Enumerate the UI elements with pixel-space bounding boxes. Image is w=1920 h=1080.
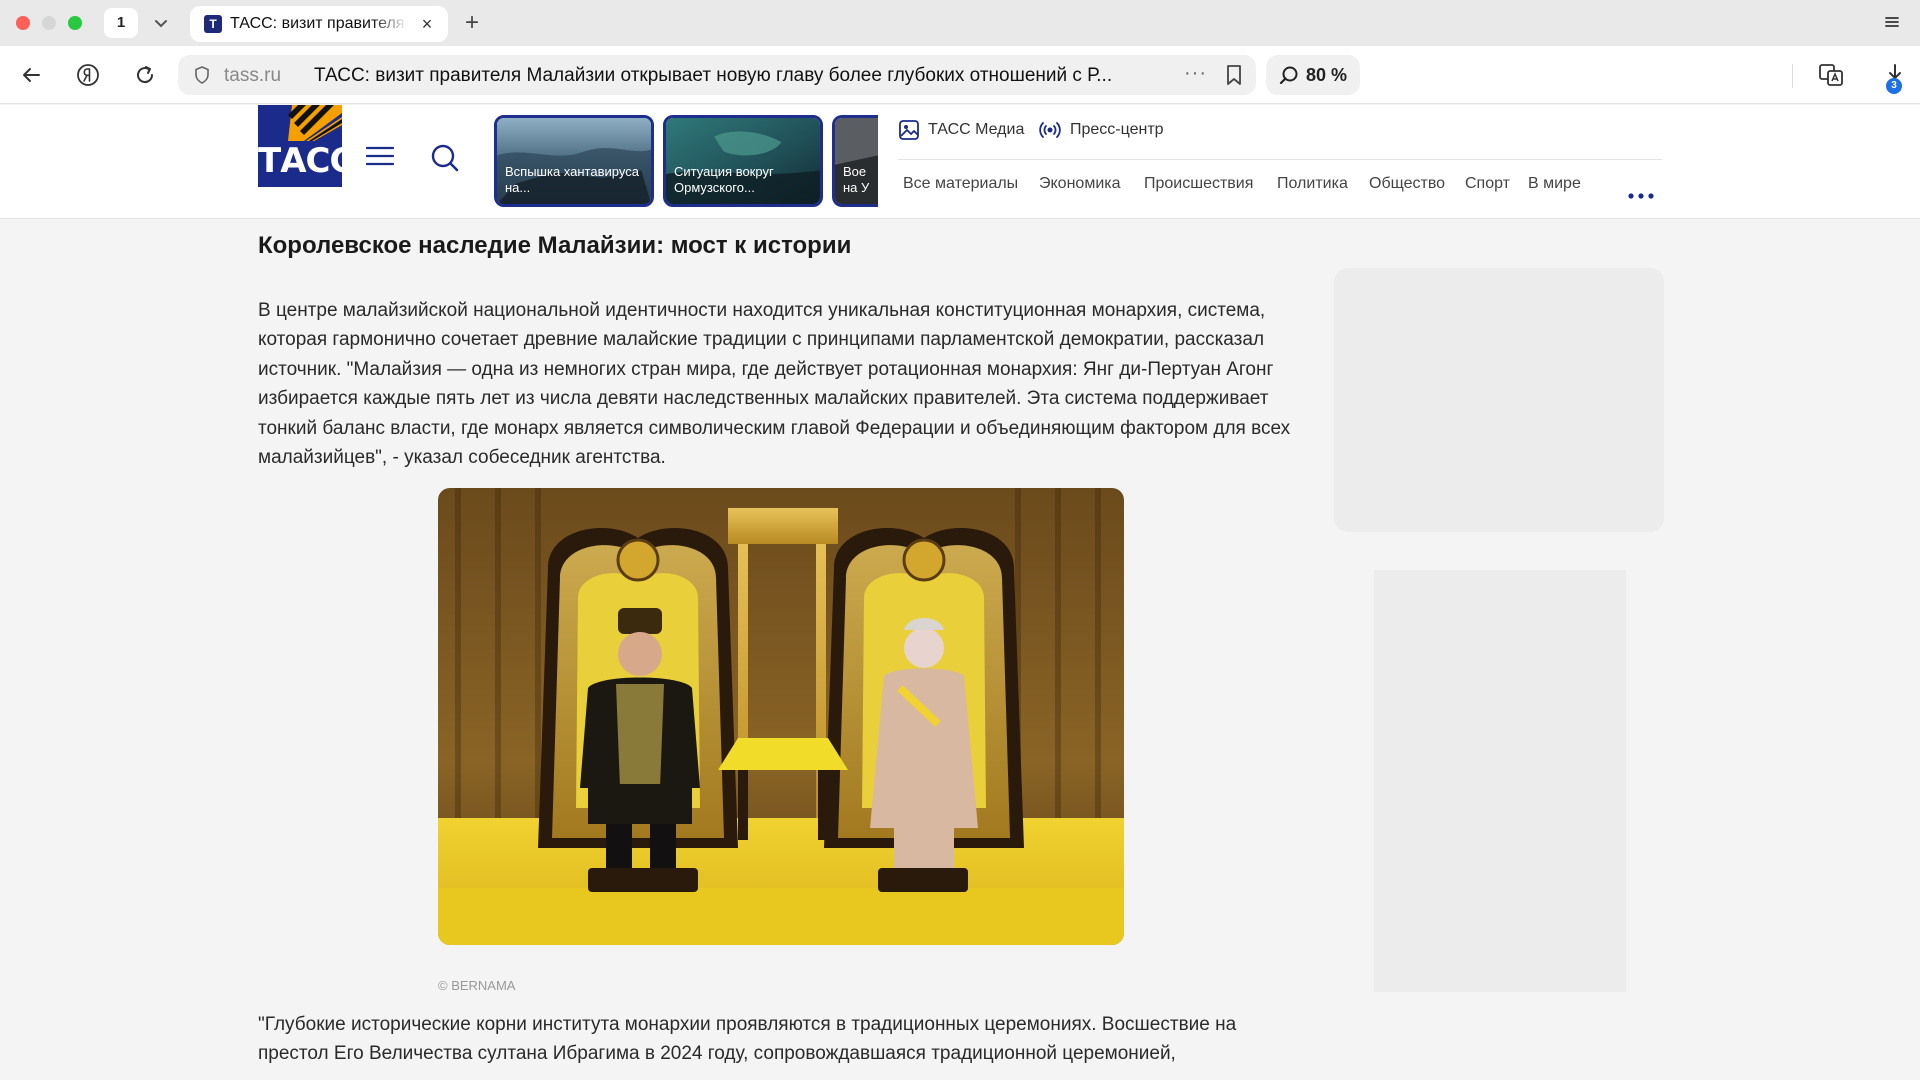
address-domain: tass.ru <box>224 65 282 86</box>
press-center-label: Пресс-центр <box>1070 121 1164 138</box>
broadcast-icon <box>1039 122 1061 138</box>
more-dots-icon[interactable]: ··· <box>1184 63 1208 87</box>
article-photo[interactable] <box>438 488 1124 945</box>
window-close-button[interactable] <box>16 16 30 30</box>
header-divider <box>898 159 1662 160</box>
article-subheading: Королевское наследие Малайзии: мост к ис… <box>258 232 852 259</box>
arrow-left-icon <box>23 68 40 82</box>
ad-placeholder <box>1334 268 1664 532</box>
tass-media-link[interactable]: ТАСС Медиа <box>898 119 1024 141</box>
site-header: ТАСС Вспышка хантавируса на... Ситуация … <box>0 105 1920 219</box>
ad-placeholder <box>1374 570 1626 992</box>
reload-icon <box>137 66 154 84</box>
story-card[interactable]: Вое на У <box>832 115 878 207</box>
tass-logo[interactable]: ТАСС <box>258 105 342 187</box>
menu-burger-icon[interactable] <box>365 145 395 167</box>
tass-media-label: ТАСС Медиа <box>928 121 1025 138</box>
more-dots-icon[interactable] <box>1628 187 1654 199</box>
zoom-level: 80 % <box>1306 65 1348 85</box>
throne-ceremony-image <box>438 488 1124 945</box>
yandex-logo-icon <box>77 64 99 86</box>
tab-favicon-icon: T <box>204 15 222 33</box>
story-label: Вспышка хантавируса на... <box>505 164 639 195</box>
category-politics[interactable]: Политика <box>1277 175 1348 193</box>
new-tab-button[interactable]: + <box>458 10 486 38</box>
reload-button[interactable] <box>130 60 160 90</box>
yandex-button[interactable] <box>73 60 103 90</box>
tab-list-chevron-icon[interactable] <box>150 12 172 34</box>
category-all[interactable]: Все материалы <box>903 175 1018 193</box>
window-minimize-button[interactable] <box>42 16 56 30</box>
tab-title: ТАСС: визит правителя Малайзии <box>230 15 408 32</box>
story-label: Вое на У <box>843 164 870 195</box>
address-bar[interactable]: tass.ru ТАСС: визит правителя Малайзии о… <box>178 55 1256 95</box>
category-economy[interactable]: Экономика <box>1039 175 1121 193</box>
browser-menu-icon[interactable] <box>1882 12 1902 32</box>
tab-close-icon[interactable]: × <box>418 15 436 33</box>
logo-text: ТАСС <box>258 141 342 181</box>
back-button[interactable] <box>16 60 46 90</box>
bookmark-icon[interactable] <box>1224 64 1244 86</box>
article-paragraph: В центре малайзийской национальной идент… <box>258 300 1291 469</box>
st-george-ribbon-icon <box>288 105 342 141</box>
window-maximize-button[interactable] <box>68 16 82 30</box>
tab-active[interactable]: T ТАСС: визит правителя Малайзии × <box>190 6 448 42</box>
browser-toolbar: tass.ru ТАСС: визит правителя Малайзии о… <box>0 46 1920 104</box>
press-center-link[interactable]: Пресс-центр <box>1038 119 1164 141</box>
image-icon <box>899 120 919 140</box>
address-page-title: ТАСС: визит правителя Малайзии открывает… <box>314 65 1113 86</box>
browser-tab-bar: 1 T ТАСС: визит правителя Малайзии × + <box>0 0 1920 46</box>
shield-icon[interactable] <box>192 65 212 85</box>
zoom-magnifier-icon <box>1278 65 1300 87</box>
tab-count-button[interactable]: 1 <box>104 8 138 38</box>
photo-credit: © BERNAMA <box>438 978 516 993</box>
category-incidents[interactable]: Происшествия <box>1144 175 1253 193</box>
category-sport[interactable]: Спорт <box>1465 175 1510 193</box>
article-paragraph: "Глубокие исторические корни института м… <box>258 1014 1237 1065</box>
category-society[interactable]: Общество <box>1369 175 1445 193</box>
zoom-button[interactable]: 80 % <box>1266 55 1360 95</box>
story-card[interactable]: Вспышка хантавируса на... <box>494 115 654 207</box>
story-label: Ситуация вокруг Ормузского... <box>674 164 774 195</box>
story-card[interactable]: Ситуация вокруг Ормузского... <box>663 115 823 207</box>
toolbar-separator <box>1792 64 1793 88</box>
search-icon[interactable] <box>430 143 460 173</box>
downloads-badge: 3 <box>1886 78 1902 94</box>
category-world[interactable]: В мире <box>1528 175 1581 193</box>
translate-icon[interactable] <box>1816 60 1846 90</box>
